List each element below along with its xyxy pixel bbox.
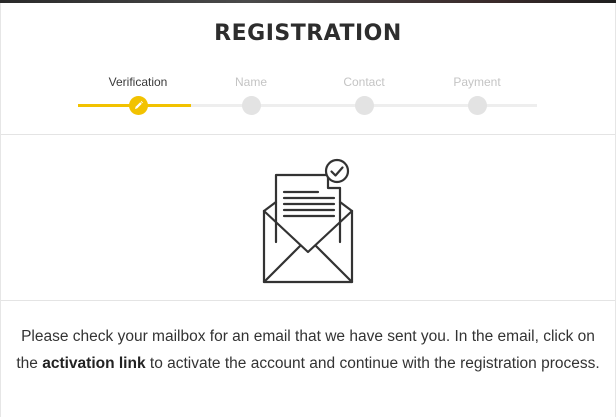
step-label-contact[interactable]: Contact xyxy=(304,75,424,89)
email-illustration xyxy=(256,154,361,286)
message-text-part2: to activate the account and continue wit… xyxy=(145,355,600,372)
step-dot-contact[interactable] xyxy=(354,96,374,115)
progress-steps: Verification Name Contact Payment xyxy=(1,71,615,121)
step-label-payment[interactable]: Payment xyxy=(417,75,537,89)
step-dot-verification[interactable] xyxy=(128,96,148,115)
activation-link-text: activation link xyxy=(42,355,146,372)
modal-title: REGISTRATION xyxy=(214,21,402,46)
step-label-name[interactable]: Name xyxy=(191,75,311,89)
step-label-verification[interactable]: Verification xyxy=(78,75,198,89)
content-divider xyxy=(1,300,615,301)
registration-modal: REGISTRATION Verification Name Contact P… xyxy=(0,3,616,417)
step-dot-name[interactable] xyxy=(241,96,261,115)
pencil-icon xyxy=(134,101,143,109)
header-divider xyxy=(1,134,615,135)
envelope-letter-check-icon xyxy=(262,158,354,284)
step-dot-payment[interactable] xyxy=(467,96,487,115)
instruction-message: Please check your mailbox for an email t… xyxy=(16,323,600,377)
